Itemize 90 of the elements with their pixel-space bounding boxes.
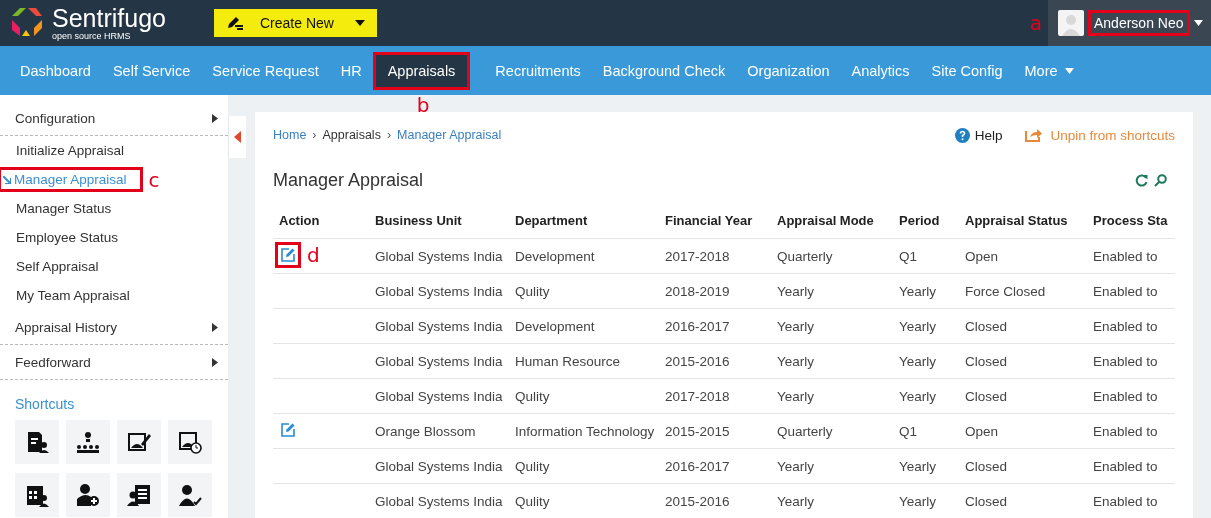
sidebar-item[interactable]: Self Appraisal	[0, 256, 115, 277]
table-cell: Enabled to	[1087, 238, 1175, 274]
column-header[interactable]: Process Sta	[1087, 202, 1175, 239]
table-cell: Global Systems India	[369, 343, 509, 379]
table-cell: Enabled to	[1087, 273, 1175, 309]
breadcrumb-item[interactable]: Home	[273, 128, 307, 142]
table-cell: Quarterly	[771, 413, 893, 449]
table-cell: Closed	[959, 308, 1087, 344]
table-cell: Q1	[893, 413, 959, 449]
page-title: Manager Appraisal	[273, 169, 424, 191]
table-cell: Enabled to	[1087, 448, 1175, 484]
table-cell: Development	[509, 308, 659, 344]
table-cell: 2018-2019	[659, 273, 771, 309]
user-name[interactable]: Anderson Neo	[1090, 12, 1188, 34]
create-new-button[interactable]: Create New	[214, 9, 377, 37]
table-cell: Closed	[959, 483, 1087, 518]
table-cell: Yearly	[771, 378, 893, 414]
table-cell: 2017-2018	[659, 378, 771, 414]
table-cell: Human Resource	[509, 343, 659, 379]
table-cell: Enabled to	[1087, 308, 1175, 344]
column-header[interactable]: Action	[273, 202, 369, 239]
table-cell: 2017-2018	[659, 238, 771, 274]
table-cell: Global Systems India	[369, 238, 509, 274]
callout-letter: c	[148, 169, 160, 190]
column-header[interactable]: Period	[893, 202, 959, 239]
callout-letter: a	[1029, 13, 1042, 33]
table-cell: Open	[959, 413, 1087, 449]
table-cell: Information Technology	[509, 413, 659, 449]
table-cell: Yearly	[771, 483, 893, 518]
column-header[interactable]: Financial Year	[659, 202, 771, 239]
sidebar-item[interactable]: Initialize Appraisal	[0, 140, 141, 161]
shortcuts-title: Shortcuts	[15, 396, 76, 412]
column-header[interactable]: Appraisal Mode	[771, 202, 893, 239]
table-cell: Qulity	[509, 483, 659, 518]
table-cell: Global Systems India	[369, 483, 509, 518]
table-cell: Qulity	[509, 378, 659, 414]
table-cell: Yearly	[893, 378, 959, 414]
table-cell: Yearly	[771, 448, 893, 484]
breadcrumb-item[interactable]: Manager Appraisal	[397, 128, 502, 142]
sidebar-item[interactable]: Appraisal History	[0, 316, 134, 338]
table-cell: 2016-2017	[659, 308, 771, 344]
table-cell: Enabled to	[1087, 343, 1175, 379]
sidebar-item[interactable]: My Team Appraisal	[0, 285, 146, 306]
table-cell: Yearly	[893, 343, 959, 379]
sidebar-item[interactable]: Feedforward	[0, 351, 107, 373]
column-header[interactable]: Business Unit	[369, 202, 509, 239]
callout-letter: b	[416, 95, 430, 115]
table-cell: 2015-2016	[659, 483, 771, 518]
table-cell: Enabled to	[1087, 378, 1175, 414]
table-cell: Global Systems India	[369, 448, 509, 484]
table-cell: Enabled to	[1087, 483, 1175, 518]
brand-name: Sentrifugo	[52, 5, 166, 31]
table-cell: Yearly	[893, 308, 959, 344]
sidebar-item[interactable]: Manager Status	[0, 198, 128, 219]
table-cell: Development	[509, 238, 659, 274]
table-cell: Yearly	[771, 308, 893, 344]
table-cell: Global Systems India	[369, 378, 509, 414]
breadcrumb-item: Appraisals	[322, 128, 381, 142]
breadcrumb-separator: ›	[312, 128, 317, 142]
table-cell: Orange Blossom	[369, 413, 509, 449]
table-cell: 2015-2015	[659, 413, 771, 449]
table-cell: Quarterly	[771, 238, 893, 274]
breadcrumb-separator: ›	[386, 128, 392, 142]
help-link[interactable]: Help	[974, 127, 1003, 143]
table-cell: Qulity	[509, 273, 659, 309]
table-cell: Yearly	[771, 343, 893, 379]
nav-tab[interactable]: Appraisals	[374, 53, 469, 88]
table-cell: 2016-2017	[659, 448, 771, 484]
table-cell: Q1	[893, 238, 959, 274]
table-cell: Yearly	[893, 273, 959, 309]
table-cell: Qulity	[509, 448, 659, 484]
table-cell: Enabled to	[1087, 413, 1175, 449]
column-header[interactable]: Department	[509, 202, 659, 239]
sidebar-item[interactable]: Employee Status	[0, 227, 135, 248]
table-cell: Global Systems India	[369, 308, 509, 344]
table-cell: Force Closed	[959, 273, 1087, 309]
brand-tagline: open source HRMS	[52, 31, 131, 41]
table-cell: Closed	[959, 343, 1087, 379]
table-cell: Closed	[959, 448, 1087, 484]
column-header[interactable]: Appraisal Status	[959, 202, 1087, 239]
table-cell: Yearly	[893, 483, 959, 518]
table-cell: 2015-2016	[659, 343, 771, 379]
sidebar-item[interactable]: Configuration	[0, 107, 112, 129]
table-cell: Open	[959, 238, 1087, 274]
table-cell: Yearly	[893, 448, 959, 484]
callout-letter: d	[307, 244, 320, 265]
table-cell: Yearly	[771, 273, 893, 309]
sidebar-item[interactable]: Manager Appraisal	[0, 169, 141, 190]
table-cell: Closed	[959, 378, 1087, 414]
table-cell: Global Systems India	[369, 273, 509, 309]
